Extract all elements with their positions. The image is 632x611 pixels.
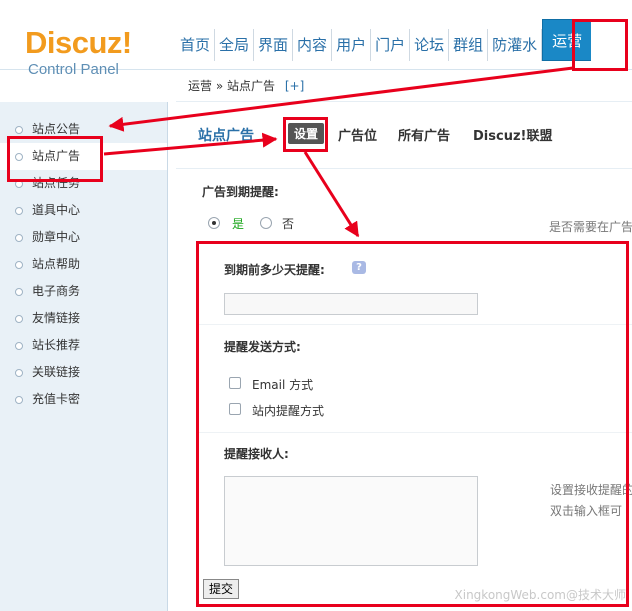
sidebar-item-medals[interactable]: 勋章中心 — [0, 224, 167, 251]
sidebar-item-help[interactable]: 站点帮助 — [0, 251, 167, 278]
add-shortcut-button[interactable]: [+] — [285, 79, 304, 93]
nav-content[interactable]: 内容 — [293, 29, 333, 61]
sidebar-item-recommend[interactable]: 站长推荐 — [0, 332, 167, 359]
breadcrumb-section[interactable]: 运营 — [188, 79, 212, 93]
radio-yes-label: 是 — [232, 217, 245, 231]
nav-antispam[interactable]: 防灌水 — [488, 29, 543, 61]
radio-no[interactable] — [260, 217, 272, 229]
expire-reminder-tip: 是否需要在广告 — [549, 220, 632, 234]
nav-global[interactable]: 全局 — [215, 29, 255, 61]
tab-all-ads[interactable]: 所有广告 — [398, 125, 450, 144]
expire-reminder-label: 广告到期提醒: — [202, 185, 279, 199]
nav-home[interactable]: 首页 — [176, 29, 216, 61]
sidebar-item-ecommerce[interactable]: 电子商务 — [0, 278, 167, 305]
radio-yes[interactable] — [208, 217, 220, 229]
radio-no-label: 否 — [282, 217, 295, 231]
highlight-settings-form — [196, 241, 629, 607]
nav-portal[interactable]: 门户 — [371, 29, 411, 61]
page-title: 站点广告 — [198, 128, 254, 144]
highlight-sidebar-ads — [7, 136, 103, 182]
sidebar-item-cards[interactable]: 充值卡密 — [0, 386, 167, 413]
breadcrumb: 运营 » 站点广告 [+] — [176, 70, 632, 102]
header: Discuz! Control Panel 首页 全局 界面 内容 用户 门户 … — [0, 0, 632, 78]
logo: Discuz! Control Panel — [0, 0, 170, 100]
nav-style[interactable]: 界面 — [254, 29, 294, 61]
top-nav: 首页 全局 界面 内容 用户 门户 论坛 群组 防灌水 运营 — [176, 19, 592, 70]
nav-user[interactable]: 用户 — [332, 29, 372, 61]
sub-nav: 站点广告 设置 广告位 所有广告 Discuz!联盟 — [176, 103, 632, 169]
nav-group[interactable]: 群组 — [449, 29, 489, 61]
sidebar-item-related-links[interactable]: 关联链接 — [0, 359, 167, 386]
breadcrumb-separator: » — [215, 79, 224, 93]
logo-brand: Discuz! — [25, 25, 132, 60]
sidebar-item-friendlinks[interactable]: 友情链接 — [0, 305, 167, 332]
breadcrumb-page: 站点广告 — [227, 79, 276, 93]
logo-subtitle: Control Panel — [28, 61, 119, 78]
nav-forum[interactable]: 论坛 — [410, 29, 450, 61]
tab-union[interactable]: Discuz!联盟 — [473, 125, 552, 144]
highlight-nav-operation — [572, 19, 628, 71]
tab-ad-positions[interactable]: 广告位 — [338, 125, 377, 144]
highlight-tab-settings — [283, 117, 328, 152]
sidebar-item-magic[interactable]: 道具中心 — [0, 197, 167, 224]
